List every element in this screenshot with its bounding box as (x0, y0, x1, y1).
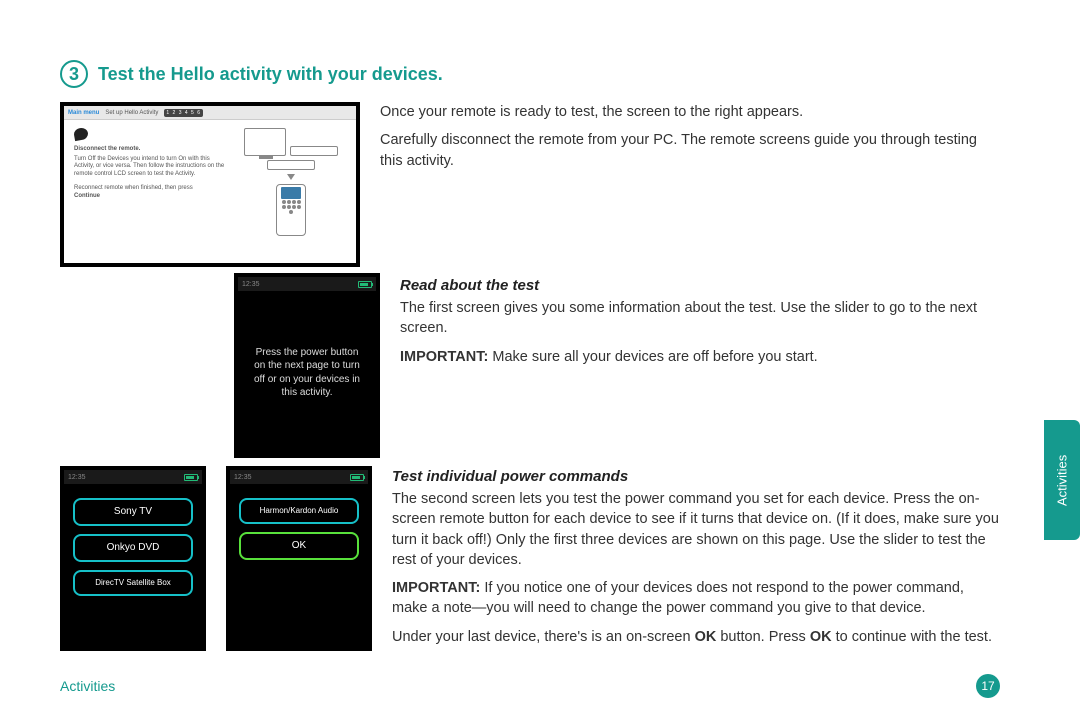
component-icon (267, 160, 315, 170)
remote-time: 12:35 (242, 281, 260, 288)
section2-p1: The second screen lets you test the powe… (392, 489, 1000, 570)
device-button-onkyo-dvd[interactable]: Onkyo DVD (73, 534, 193, 562)
remote-time: 12:35 (234, 474, 252, 481)
section1-heading: Read about the test (400, 275, 1000, 296)
section2-important: IMPORTANT: If you notice one of your dev… (392, 578, 1000, 619)
tv-icon (244, 128, 286, 156)
battery-icon (184, 474, 198, 481)
section2-heading: Test individual power commands (392, 466, 1000, 487)
remote-time: 12:35 (68, 474, 86, 481)
intro-p1: Once your remote is ready to test, the s… (380, 102, 1000, 122)
device-button-sony-tv[interactable]: Sony TV (73, 498, 193, 526)
battery-icon (350, 474, 364, 481)
remote-icon (276, 184, 306, 236)
intro-p2: Carefully disconnect the remote from you… (380, 130, 1000, 171)
receiver-icon (290, 146, 338, 156)
pc-continue-label: Continue (74, 193, 230, 201)
pc-main-menu-link: Main menu (68, 110, 99, 116)
section1-important: IMPORTANT: Make sure all your devices ar… (400, 347, 1000, 367)
side-tab-activities[interactable]: Activities (1044, 420, 1080, 540)
pc-reconnect-text: Reconnect remote when finished, then pre… (74, 185, 230, 193)
pc-screenshot: Main menu Set up Hello Activity 1 2 3 4 … (60, 102, 360, 267)
page-number: 17 (976, 674, 1000, 698)
pc-body-text: Turn Off the Devices you intend to turn … (74, 156, 230, 179)
battery-icon (358, 281, 372, 288)
device-button-harmon-kardon[interactable]: Harmon/Kardon Audio (239, 498, 359, 524)
step-title: Test the Hello activity with your device… (98, 64, 443, 85)
pc-setup-label: Set up Hello Activity (105, 110, 158, 116)
remote-intro-message: Press the power button on the next page … (246, 346, 368, 400)
footer-section: Activities (60, 678, 115, 694)
section1-p1: The first screen gives you some informat… (400, 298, 1000, 339)
arrow-down-icon (287, 174, 295, 180)
remote-screen-devices-1: 12:35 Sony TV Onkyo DVD DirecTV Satellit… (60, 466, 206, 651)
pc-step-indicator: 1 2 3 4 5 6 (164, 109, 203, 117)
device-diagram (236, 128, 346, 236)
speech-bubble-icon (73, 127, 89, 141)
remote-screen-read-test: 12:35 Press the power button on the next… (234, 273, 380, 458)
pc-disconnect-heading: Disconnect the remote. (74, 146, 230, 154)
section2-p2: Under your last device, there's is an on… (392, 627, 1000, 647)
step-number-badge: 3 (60, 60, 88, 88)
ok-button[interactable]: OK (239, 532, 359, 560)
remote-screen-devices-2: 12:35 Harmon/Kardon Audio OK (226, 466, 372, 651)
device-button-directv[interactable]: DirecTV Satellite Box (73, 570, 193, 596)
